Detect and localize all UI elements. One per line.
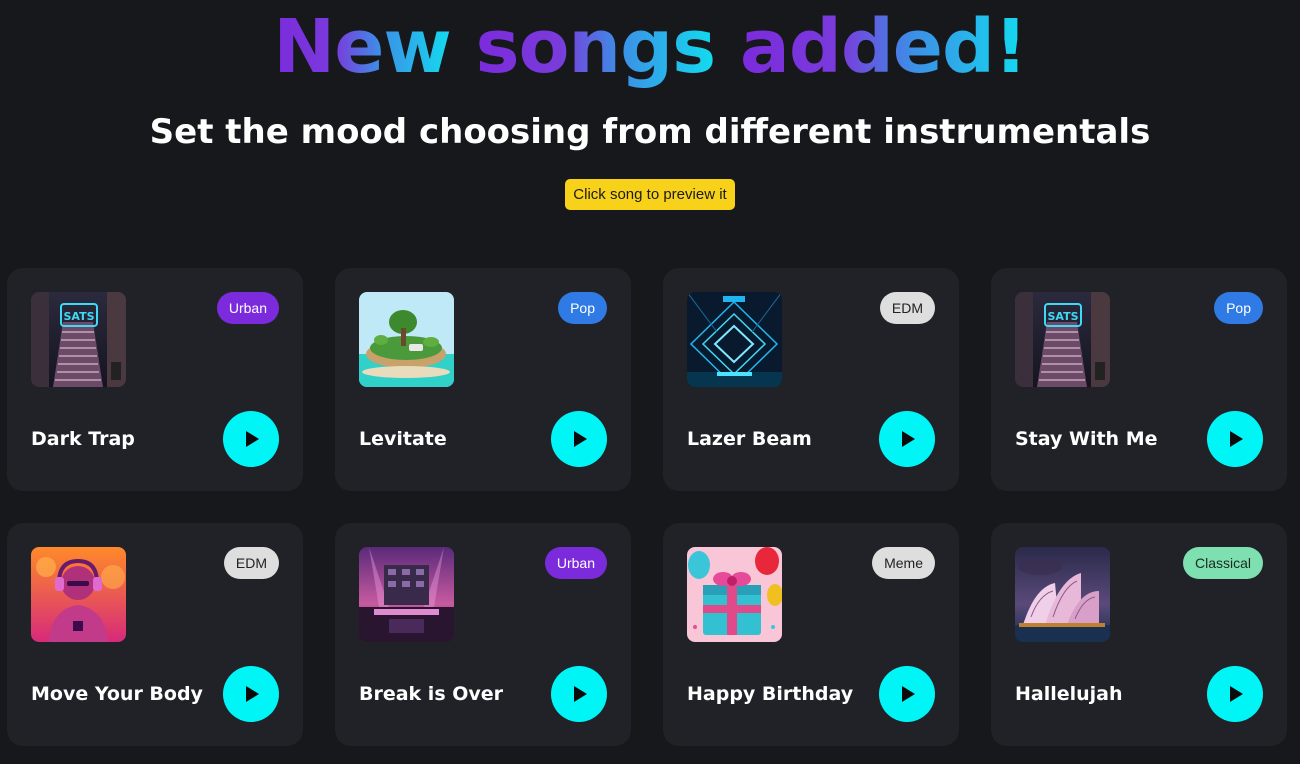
song-card-stay-with-me[interactable]: SATS Pop Stay With Me: [991, 268, 1287, 491]
play-button[interactable]: [1207, 411, 1263, 467]
play-button[interactable]: [551, 411, 607, 467]
play-button[interactable]: [879, 666, 935, 722]
play-button[interactable]: [1207, 666, 1263, 722]
gift-balloons-artwork: [687, 547, 782, 642]
song-card-hallelujah[interactable]: Classical Hallelujah: [991, 523, 1287, 746]
play-button[interactable]: [879, 411, 935, 467]
floating-island-artwork: [359, 292, 454, 387]
play-button[interactable]: [223, 666, 279, 722]
genre-badge: EDM: [879, 292, 935, 324]
page-subtitle: Set the mood choosing from different ins…: [149, 112, 1151, 152]
play-icon: [246, 686, 259, 702]
genre-badge: Pop: [558, 292, 607, 324]
song-card-happy-birthday[interactable]: Meme Happy Birthday: [663, 523, 959, 746]
play-icon: [246, 431, 259, 447]
preview-hint-badge: Click song to preview it: [565, 179, 735, 210]
song-card-dark-trap[interactable]: SATS Urban Dark Trap: [7, 268, 303, 491]
song-title: Move Your Body: [31, 683, 203, 705]
genre-badge: Meme: [872, 547, 935, 579]
play-icon: [1230, 431, 1243, 447]
svg-text:SATS: SATS: [1047, 310, 1078, 323]
song-grid: SATS Urban Dark Trap Pop Levitate EDM La…: [7, 268, 1287, 746]
song-title: Lazer Beam: [687, 428, 812, 450]
play-button[interactable]: [551, 666, 607, 722]
headline-word-songs: songs: [475, 4, 717, 90]
song-title: Stay With Me: [1015, 428, 1158, 450]
play-icon: [574, 431, 587, 447]
play-icon: [574, 686, 587, 702]
genre-badge: EDM: [223, 547, 279, 579]
song-title: Dark Trap: [31, 428, 135, 450]
genre-badge: Urban: [544, 547, 607, 579]
play-icon: [902, 686, 915, 702]
play-icon: [902, 431, 915, 447]
page-headline: New songs added!: [0, 6, 1300, 88]
song-card-break-is-over[interactable]: Urban Break is Over: [335, 523, 631, 746]
opera-house-artwork: [1015, 547, 1110, 642]
genre-badge: Classical: [1182, 547, 1263, 579]
play-icon: [1230, 686, 1243, 702]
neon-staircase-artwork: SATS: [1015, 292, 1110, 387]
play-button[interactable]: [223, 411, 279, 467]
songs-page: New songs added! Set the mood choosing f…: [0, 0, 1300, 764]
song-title: Levitate: [359, 428, 447, 450]
song-title: Break is Over: [359, 683, 504, 705]
neon-staircase-artwork: SATS: [31, 292, 126, 387]
genre-badge: Urban: [216, 292, 279, 324]
headline-word-new: New: [273, 4, 451, 90]
song-card-move-your-body[interactable]: EDM Move Your Body: [7, 523, 303, 746]
song-title: Hallelujah: [1015, 683, 1123, 705]
song-title: Happy Birthday: [687, 683, 854, 705]
hint-container: Click song to preview it: [0, 179, 1300, 210]
neon-tunnel-artwork: [687, 292, 782, 387]
headphones-person-artwork: [31, 547, 126, 642]
song-card-lazer-beam[interactable]: EDM Lazer Beam: [663, 268, 959, 491]
genre-badge: Pop: [1214, 292, 1263, 324]
svg-text:SATS: SATS: [63, 310, 94, 323]
song-card-levitate[interactable]: Pop Levitate: [335, 268, 631, 491]
concert-stage-artwork: [359, 547, 454, 642]
headline-word-added: added!: [739, 4, 1028, 90]
